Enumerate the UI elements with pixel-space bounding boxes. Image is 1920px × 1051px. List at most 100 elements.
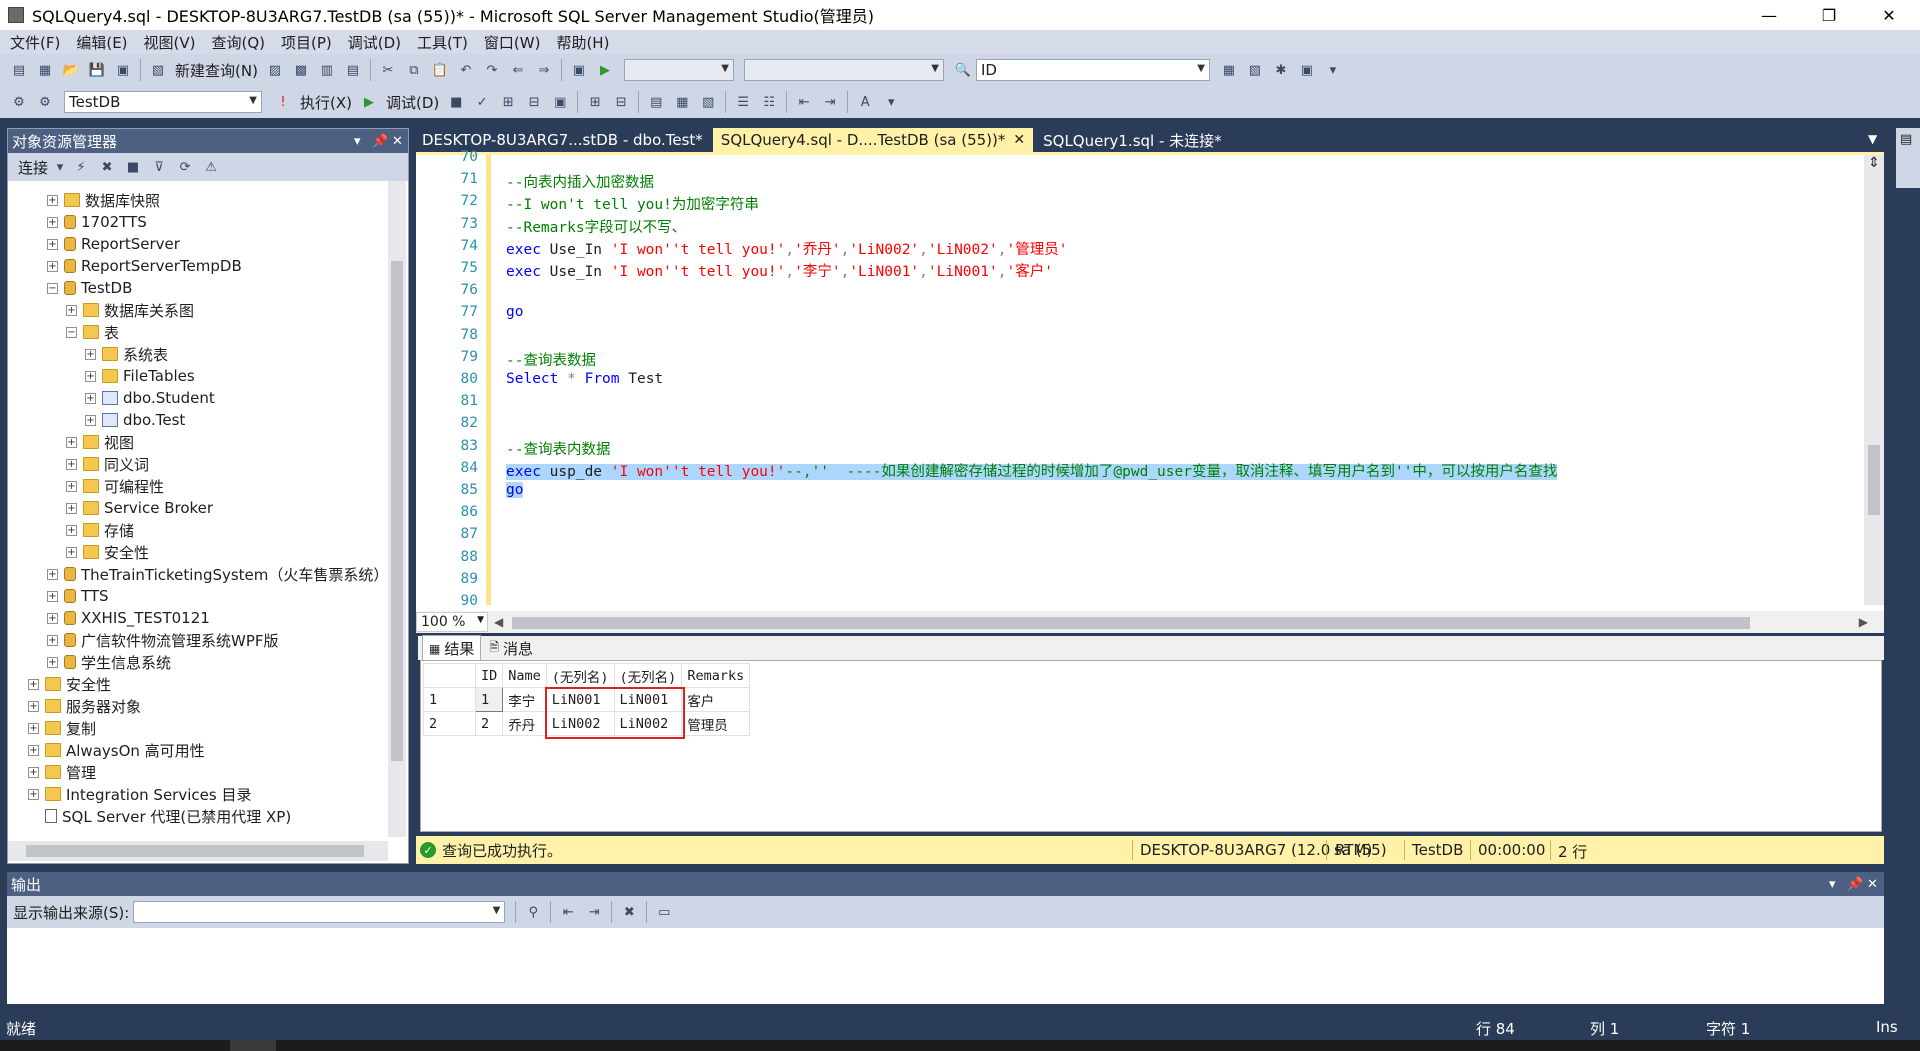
- menu-file[interactable]: 文件(F): [4, 32, 66, 53]
- tab-sqlquery4[interactable]: SQLQuery4.sql - D....TestDB (sa (55))* ✕: [712, 128, 1034, 152]
- tree-node[interactable]: − 表: [66, 321, 119, 343]
- increase-indent-icon[interactable]: ⇥: [819, 92, 841, 112]
- scrollbar-thumb[interactable]: [1868, 445, 1880, 515]
- sql-editor[interactable]: 70 71 72 73 74 75 76 77 78 79 80 81 82 83 84 85 86 87 88 89…: [416, 149, 1884, 633]
- tab-sqlquery1[interactable]: SQLQuery1.sql - 未连接*: [1035, 128, 1230, 152]
- find-in-files-icon[interactable]: 🔍: [952, 60, 974, 80]
- parse-icon[interactable]: ✓: [471, 92, 493, 112]
- menu-edit[interactable]: 编辑(E): [70, 32, 133, 53]
- expand-icon[interactable]: +: [28, 766, 39, 778]
- menu-tools[interactable]: 工具(T): [411, 32, 474, 53]
- disconnect-icon[interactable]: ✖: [96, 157, 118, 177]
- code-line[interactable]: --I won't tell you!为加密字符串: [506, 193, 759, 215]
- stop-icon[interactable]: ■: [122, 157, 144, 177]
- close-tab-icon[interactable]: ✕: [1013, 132, 1025, 148]
- output-source-combo[interactable]: ▼: [133, 901, 506, 923]
- tree-node[interactable]: + TTS: [47, 585, 109, 607]
- pin-icon[interactable]: 📌: [1847, 877, 1863, 892]
- toolbox-icon[interactable]: ▣: [1296, 60, 1318, 80]
- collapse-icon[interactable]: −: [66, 326, 77, 338]
- menu-debug[interactable]: 调试(D): [342, 32, 407, 53]
- expand-icon[interactable]: +: [66, 304, 77, 316]
- solution-config-combo[interactable]: ▼: [623, 59, 734, 81]
- results-grid-icon[interactable]: ▦: [671, 92, 693, 112]
- change-connection-icon[interactable]: ⚙: [34, 92, 56, 112]
- code-line[interactable]: exec usp_de 'I won''t tell you!'--,'' --…: [506, 460, 1558, 482]
- tree-node[interactable]: − TestDB: [47, 277, 132, 299]
- expand-icon[interactable]: +: [66, 524, 77, 536]
- navigate-back-icon[interactable]: ⇐: [507, 60, 529, 80]
- tree-node[interactable]: + 服务器对象: [28, 695, 141, 717]
- comment-icon[interactable]: ☰: [732, 92, 754, 112]
- properties-icon[interactable]: ▤: [1900, 132, 1912, 147]
- toolbar-options-icon[interactable]: ▾: [1322, 60, 1344, 80]
- tree-node[interactable]: + 存储: [66, 519, 134, 541]
- tab-dbo-test[interactable]: DESKTOP-8U3ARG7...stDB - dbo.Test*: [414, 128, 711, 152]
- scrollbar-thumb[interactable]: [26, 845, 364, 857]
- object-explorer-icon[interactable]: ▧: [1244, 60, 1266, 80]
- expand-icon[interactable]: +: [85, 392, 96, 404]
- scroll-right-icon[interactable]: ▶: [1859, 615, 1868, 629]
- new-query-icon[interactable]: ▧: [147, 60, 169, 80]
- tree-node[interactable]: + 系统表: [85, 343, 168, 365]
- code-line[interactable]: exec Use_In 'I won''t tell you!','李宁','L…: [506, 260, 1053, 282]
- tree-node[interactable]: + Service Broker: [66, 497, 213, 519]
- decrease-indent-icon[interactable]: ⇤: [793, 92, 815, 112]
- redo-icon[interactable]: ↷: [481, 60, 503, 80]
- expand-icon[interactable]: +: [66, 480, 77, 492]
- expand-icon[interactable]: +: [28, 788, 39, 800]
- expand-icon[interactable]: +: [66, 436, 77, 448]
- expand-icon[interactable]: +: [85, 348, 96, 360]
- query-designer-icon[interactable]: ⊟: [523, 92, 545, 112]
- grid-cell[interactable]: 管理员: [681, 711, 751, 736]
- mdx-query-icon[interactable]: ▥: [316, 60, 338, 80]
- toolbar-options-icon[interactable]: ▾: [880, 92, 902, 112]
- expand-icon[interactable]: +: [66, 546, 77, 558]
- tree-horizontal-scrollbar[interactable]: [8, 841, 388, 861]
- expand-icon[interactable]: +: [28, 722, 39, 734]
- solution-platform-combo[interactable]: ▼: [743, 59, 944, 81]
- tab-messages[interactable]: 🗎 消息: [483, 636, 539, 661]
- uncomment-icon[interactable]: ☷: [758, 92, 780, 112]
- intellisense-icon[interactable]: ⊞: [584, 92, 606, 112]
- expand-icon[interactable]: +: [28, 678, 39, 690]
- minimize-button[interactable]: —: [1740, 0, 1798, 30]
- results-file-icon[interactable]: ▧: [697, 92, 719, 112]
- tree-node[interactable]: + 数据库关系图: [66, 299, 194, 321]
- connect-button[interactable]: 连接: [18, 157, 48, 178]
- code-line[interactable]: Select * From Test: [506, 371, 663, 393]
- menu-window[interactable]: 窗口(W): [478, 32, 547, 53]
- menu-query[interactable]: 查询(Q): [206, 32, 272, 53]
- tree-node[interactable]: + FileTables: [85, 365, 195, 387]
- expand-icon[interactable]: +: [47, 238, 58, 250]
- include-plan-icon[interactable]: ⊟: [610, 92, 632, 112]
- tree-node[interactable]: SQL Server 代理(已禁用代理 XP): [28, 805, 291, 827]
- tree-node[interactable]: + Integration Services 目录: [28, 783, 251, 805]
- copy-icon[interactable]: ⧉: [403, 60, 425, 80]
- expand-icon[interactable]: +: [28, 744, 39, 756]
- scrollbar-thumb[interactable]: [391, 261, 403, 761]
- open-file-icon[interactable]: 📂: [60, 60, 82, 80]
- code-area[interactable]: --向表内插入加密数据 --I won't tell you!为加密字符串 --Re…: [506, 155, 1846, 605]
- tree-node[interactable]: + ReportServer: [47, 233, 180, 255]
- find-message-icon[interactable]: ⚲: [522, 902, 544, 922]
- expand-icon[interactable]: +: [47, 590, 58, 602]
- undo-icon[interactable]: ↶: [455, 60, 477, 80]
- expand-icon[interactable]: +: [47, 194, 58, 206]
- tree-node[interactable]: + 学生信息系统: [47, 651, 171, 673]
- cancel-query-icon[interactable]: ■: [445, 92, 467, 112]
- filter-icon[interactable]: ⊽: [148, 157, 170, 177]
- word-wrap-icon[interactable]: ▭: [653, 902, 675, 922]
- tree-node[interactable]: + 复制: [28, 717, 96, 739]
- tree-node[interactable]: + 广信软件物流管理系统WPF版: [47, 629, 279, 651]
- previous-message-icon[interactable]: ⇤: [557, 902, 579, 922]
- connect-icon[interactable]: ⚙: [8, 92, 30, 112]
- tab-results[interactable]: ▦ 结果: [422, 635, 482, 661]
- analysis-query-icon[interactable]: ▩: [290, 60, 312, 80]
- expand-icon[interactable]: +: [85, 414, 96, 426]
- refresh-icon[interactable]: ⟳: [174, 157, 196, 177]
- new-query-button[interactable]: 新建查询(N): [175, 60, 258, 81]
- editor-horizontal-scrollbar[interactable]: ▶: [508, 615, 1868, 631]
- expand-icon[interactable]: +: [47, 568, 58, 580]
- collapse-icon[interactable]: −: [47, 282, 58, 294]
